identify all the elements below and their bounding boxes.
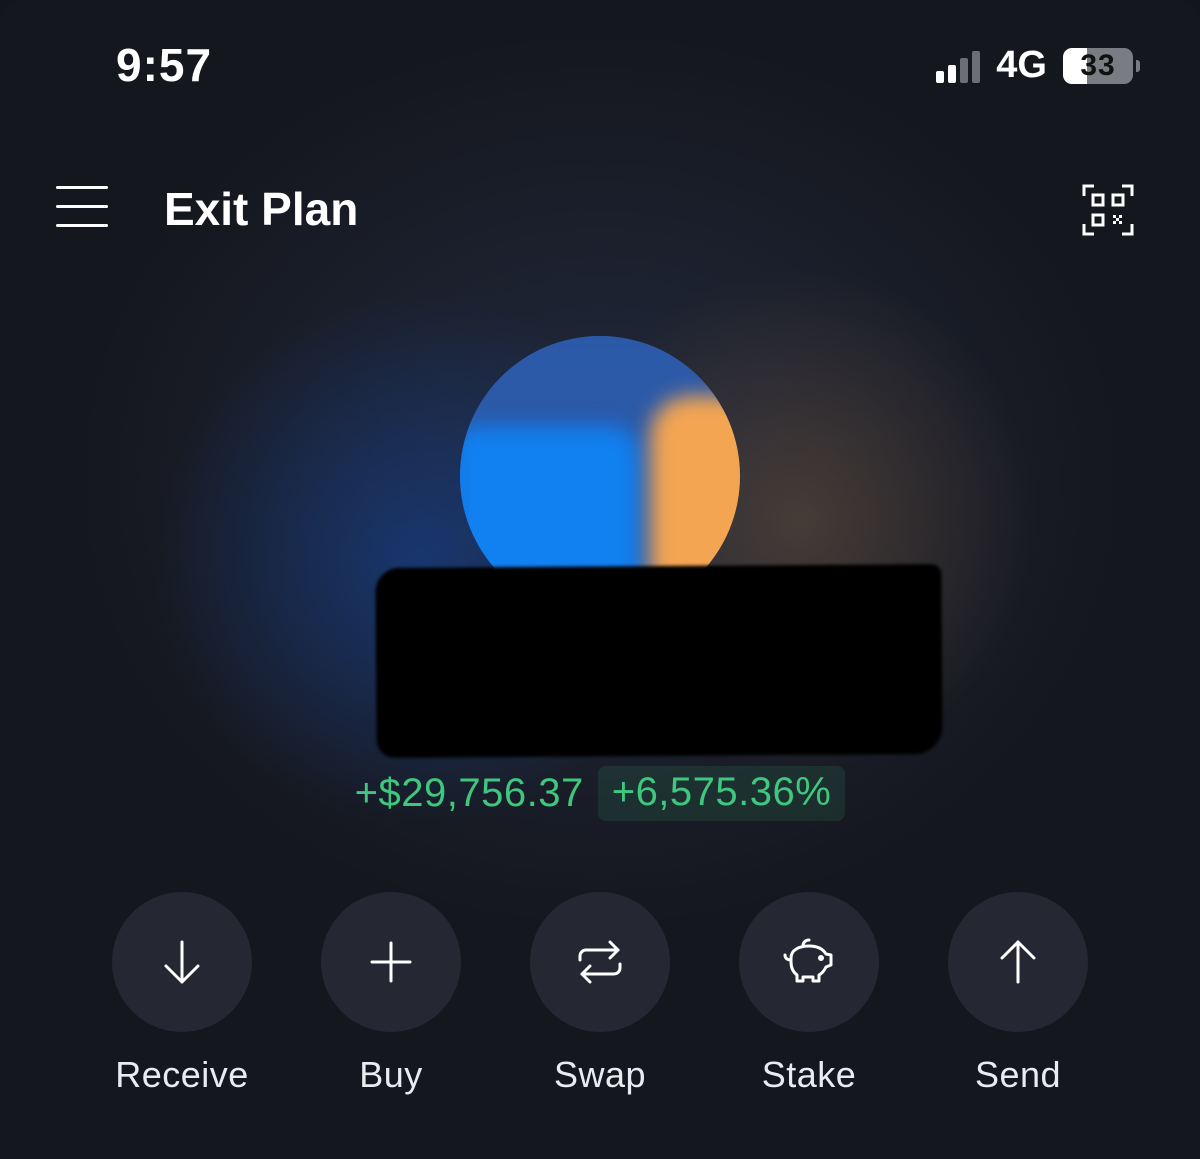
battery-icon: 33 (1063, 47, 1140, 84)
battery-level: 33 (1063, 47, 1133, 84)
status-time: 9:57 (116, 39, 213, 91)
swap-button-circle[interactable] (530, 892, 670, 1032)
page-title: Exit Plan (164, 183, 359, 235)
stake-button[interactable]: Stake (705, 892, 913, 1096)
plus-icon (370, 941, 412, 983)
swap-button[interactable]: Swap (496, 892, 704, 1096)
buy-button[interactable]: Buy (287, 892, 495, 1096)
arrow-up-icon (1000, 940, 1036, 984)
network-type: 4G (996, 44, 1047, 86)
wallet-screen: 9:57 4G 33 Exit Plan +$29,756.37 +6,575.… (0, 0, 1200, 1159)
arrow-down-icon (164, 940, 200, 984)
piggy-bank-icon (783, 938, 833, 983)
send-button[interactable]: Send (914, 892, 1122, 1096)
status-indicators: 4G 33 (936, 44, 1140, 87)
stake-button-circle[interactable] (739, 892, 879, 1032)
buy-label: Buy (359, 1054, 423, 1095)
receive-button[interactable]: Receive (78, 892, 286, 1096)
swap-icon (578, 940, 622, 984)
hamburger-menu-icon[interactable] (56, 186, 108, 228)
send-button-circle[interactable] (948, 892, 1088, 1032)
redacted-balance (375, 564, 943, 758)
portfolio-gains: +$29,756.37 +6,575.36% (0, 766, 1200, 821)
gain-percent-badge: +6,575.36% (597, 766, 846, 821)
action-bar: Receive Buy Swap Stake Send (78, 892, 1122, 1096)
receive-label: Receive (115, 1054, 249, 1095)
send-label: Send (974, 1054, 1062, 1095)
stake-label: Stake (761, 1054, 857, 1095)
signal-icon (936, 49, 981, 83)
buy-button-circle[interactable] (321, 892, 461, 1032)
receive-button-circle[interactable] (112, 892, 252, 1032)
gain-amount: +$29,756.37 (354, 771, 584, 815)
swap-label: Swap (553, 1054, 647, 1095)
qr-scan-icon[interactable] (1082, 184, 1134, 236)
